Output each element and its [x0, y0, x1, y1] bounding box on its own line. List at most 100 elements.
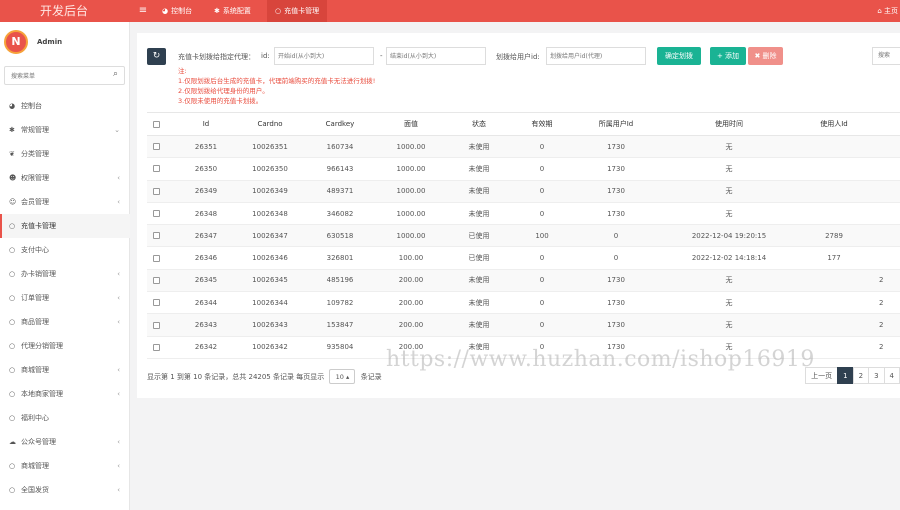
refresh-button[interactable]: ↻ [147, 48, 166, 65]
table-cell [869, 135, 900, 159]
row-checkbox[interactable] [153, 165, 160, 173]
page-button[interactable]: 4 [883, 367, 900, 384]
sidebar-item[interactable]: ○ 全国发货 ‹ [0, 478, 130, 502]
sidebar-item-label: 商城管理 [21, 366, 49, 374]
table-row[interactable]: 26347 10026347 630518 1000.00 已使用 100 0 2022-12… [147, 224, 900, 248]
table-cell: 630518 [305, 224, 375, 248]
page-button[interactable]: 2 [852, 367, 870, 384]
table-row[interactable]: 26349 10026349 489371 1000.00 未使用 0 1730 无 [147, 180, 900, 203]
table-row[interactable]: 26343 10026343 153847 200.00 未使用 0 1730 无 2 [147, 313, 900, 337]
sidebar-item[interactable]: ○ 支付中心 [0, 238, 130, 262]
column-header[interactable]: Id [177, 112, 235, 136]
prev-page-button[interactable]: 上一页 [805, 367, 839, 384]
sidebar-item-label: 福利中心 [21, 414, 49, 422]
sidebar-item[interactable]: ☺ 会员管理 ‹ [0, 190, 130, 214]
user-icon: ☺ [9, 198, 17, 206]
add-button[interactable]: + 添加 [710, 47, 746, 65]
sidebar-item[interactable]: ○ 订单管理 ‹ [0, 286, 130, 310]
table-row[interactable]: 26346 10026346 326801 100.00 已使用 0 0 2022-12-02… [147, 246, 900, 270]
menu-toggle-icon[interactable]: ≡ [137, 0, 149, 22]
sidebar-item[interactable]: ○ 福利中心 [0, 406, 130, 430]
row-checkbox[interactable] [153, 254, 160, 262]
sidebar-item-label: 代理分销管理 [21, 342, 63, 350]
table-cell: 无 [659, 135, 799, 159]
row-checkbox[interactable] [153, 232, 160, 240]
select-all-checkbox[interactable] [153, 120, 160, 128]
table-row[interactable]: 26348 10026348 346082 1000.00 未使用 0 1730 无 [147, 202, 900, 226]
start-id-input[interactable] [274, 47, 374, 65]
row-checkbox[interactable] [153, 276, 160, 284]
row-checkbox[interactable] [153, 210, 160, 218]
sidebar-search-input[interactable] [11, 70, 107, 82]
page-size-value: 10 [335, 373, 344, 381]
sidebar-item[interactable]: ✱ 常规管理 ⌄ [0, 118, 130, 142]
avatar[interactable]: N [4, 30, 28, 54]
note-line: 注: [178, 67, 187, 75]
column-header[interactable]: Cardno [235, 112, 305, 136]
row-checkbox-cell [147, 202, 177, 226]
table-row[interactable]: 26350 10026350 966143 1000.00 未使用 0 1730 无 [147, 157, 900, 181]
table-row[interactable]: 26342 10026342 935804 200.00 未使用 0 1730 无 2 [147, 336, 900, 359]
table-cell: 346082 [305, 202, 375, 226]
sidebar-item[interactable]: ○ 代理分销管理 [0, 334, 130, 358]
table-cell: 1730 [573, 291, 659, 315]
row-checkbox[interactable] [153, 143, 160, 151]
table-cell [799, 157, 869, 181]
tab-dashboard[interactable]: ◕ 控制台 [156, 0, 198, 22]
row-checkbox[interactable] [153, 187, 160, 195]
sidebar-item[interactable]: ○ 充值卡管理 [0, 214, 130, 238]
chevron-icon: ‹ [117, 174, 120, 182]
sidebar-item[interactable]: ○ 商城管理 ‹ [0, 358, 130, 382]
table-row[interactable]: 26345 10026345 485196 200.00 未使用 0 1730 无 2 [147, 269, 900, 293]
row-checkbox[interactable] [153, 343, 160, 351]
page-button[interactable]: 1 [837, 367, 854, 384]
table-cell: 10026342 [235, 336, 305, 359]
chevron-icon: ‹ [117, 318, 120, 326]
column-header[interactable]: 面值 [375, 112, 447, 136]
table-row[interactable]: 26344 10026344 109782 200.00 未使用 0 1730 无 2 [147, 291, 900, 315]
sidebar-item[interactable]: ○ 商城管理 ‹ [0, 454, 130, 478]
table-cell: 0 [511, 135, 573, 159]
tab-label: 控制台 [171, 7, 193, 15]
end-id-input[interactable] [386, 47, 486, 65]
confirm-assign-button[interactable]: 确定划拨 [657, 47, 701, 65]
page-size-select[interactable]: 10 ▴ [329, 369, 356, 384]
tab-system-config[interactable]: ✱ 系统配置 [208, 0, 257, 22]
column-header[interactable]: 使用时间 [659, 112, 799, 136]
column-header[interactable]: Cardkey [305, 112, 375, 136]
table-cell: 10026350 [235, 157, 305, 181]
sidebar-item-label: 充值卡管理 [21, 222, 56, 230]
sidebar-item[interactable]: ○ 办卡销管理 ‹ [0, 262, 130, 286]
column-header[interactable]: 使用人Id [799, 112, 869, 136]
table-search-input[interactable]: 搜索 [872, 47, 900, 65]
tab-recharge-card[interactable]: ○ 充值卡管理 [267, 0, 328, 22]
table-cell: 无 [659, 180, 799, 203]
sidebar-item[interactable]: ○ 商品管理 ‹ [0, 310, 130, 334]
chevron-icon: ⌄ [114, 126, 120, 134]
row-checkbox[interactable] [153, 321, 160, 329]
table-cell [869, 180, 900, 203]
range-dash: - [380, 52, 383, 60]
sidebar-item[interactable]: ☁ 公众号管理 ‹ [0, 430, 130, 454]
sidebar-item[interactable]: ○ 本地商家管理 ‹ [0, 382, 130, 406]
column-header[interactable]: 所属用户Id [573, 112, 659, 136]
row-checkbox-cell [147, 336, 177, 359]
table-cell: 0 [511, 202, 573, 226]
column-header[interactable]: 有效期 [511, 112, 573, 136]
table-cell: 1730 [573, 180, 659, 203]
table-cell: 109782 [305, 291, 375, 315]
table-row[interactable]: 26351 10026351 160734 1000.00 未使用 0 1730 无 [147, 135, 900, 159]
table-cell: 26346 [177, 246, 235, 270]
row-checkbox[interactable] [153, 299, 160, 307]
sidebar-item[interactable]: ◕ 控制台 [0, 94, 130, 118]
delete-button[interactable]: ✖ 删除 [748, 47, 783, 65]
page-button[interactable]: 3 [868, 367, 885, 384]
home-link[interactable]: ⌂ 主页 [877, 0, 898, 22]
search-icon[interactable]: ⌕ [113, 69, 118, 79]
column-header[interactable]: 状态 [447, 112, 511, 136]
table-cell: 未使用 [447, 202, 511, 226]
sidebar-item[interactable]: ☻ 权限管理 ‹ [0, 166, 130, 190]
sidebar-item[interactable]: ❦ 分类管理 [0, 142, 130, 166]
table-cell: 0 [511, 246, 573, 270]
user-id-input[interactable] [546, 47, 646, 65]
